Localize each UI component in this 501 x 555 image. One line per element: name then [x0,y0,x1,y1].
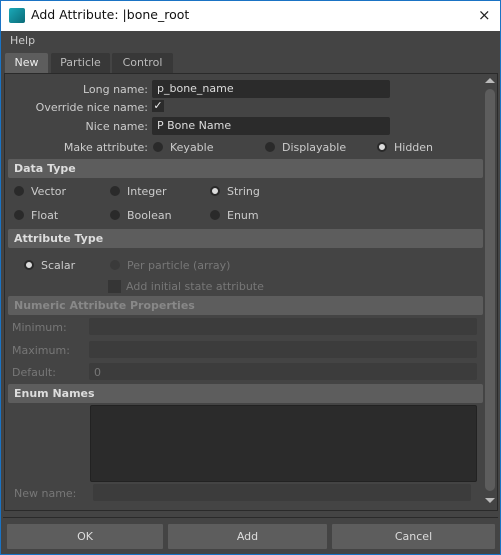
keyable-label: Keyable [170,141,214,154]
long-name-label: Long name: [82,83,148,96]
separator [3,517,498,518]
keyable-radio[interactable] [153,142,163,152]
minimum-field[interactable] [89,318,477,335]
maya-app-icon [9,8,25,23]
boolean-label: Boolean [127,209,172,222]
scroll-up-icon[interactable] [485,78,495,83]
scalar-radio[interactable] [24,260,34,270]
enum-radio[interactable] [210,210,220,220]
per-particle-label: Per particle (array) [127,259,231,272]
hidden-radio[interactable] [377,142,387,152]
close-icon[interactable]: × [478,6,491,24]
ok-button[interactable]: OK [7,524,163,549]
nice-name-input[interactable]: P Bone Name [152,117,390,135]
tab-control[interactable]: Control [112,53,173,73]
float-label: Float [31,209,59,222]
tab-particle[interactable]: Particle [51,53,110,73]
enum-names-header[interactable]: Enum Names [8,384,483,403]
per-particle-radio[interactable] [110,260,120,270]
scrollbar-thumb[interactable] [485,89,495,491]
default-field[interactable]: 0 [89,363,477,380]
boolean-radio[interactable] [110,210,120,220]
float-radio[interactable] [14,210,24,220]
maximum-field[interactable] [89,341,477,358]
scroll-down-icon[interactable] [485,498,495,503]
override-nice-name-label: Override nice name: [35,101,148,114]
minimum-label: Minimum: [12,321,67,334]
data-type-header[interactable]: Data Type [8,159,483,178]
new-name-field[interactable] [93,484,471,501]
default-label: Default: [12,366,56,379]
override-nice-name-checkbox[interactable]: ✓ [152,100,164,112]
cancel-button[interactable]: Cancel [332,524,495,549]
vector-radio[interactable] [14,186,24,196]
window-title: Add Attribute: |bone_root [31,7,190,22]
vector-label: Vector [31,185,67,198]
displayable-radio[interactable] [265,142,275,152]
integer-label: Integer [127,185,167,198]
new-name-label: New name: [14,487,77,500]
hidden-label: Hidden [394,141,434,154]
initial-state-label: Add initial state attribute [126,280,264,293]
long-name-input[interactable]: p_bone_name [152,80,390,98]
initial-state-checkbox[interactable] [108,280,121,293]
tab-new[interactable]: New [5,53,48,73]
make-attribute-label: Make attribute: [63,141,148,154]
string-label: String [227,185,260,198]
enum-names-list[interactable] [90,405,477,482]
displayable-label: Displayable [282,141,347,154]
maximum-label: Maximum: [12,344,70,357]
nice-name-label: Nice name: [85,120,149,133]
string-radio[interactable] [210,186,220,196]
menu-help[interactable]: Help [10,34,35,47]
attribute-type-header[interactable]: Attribute Type [8,229,483,248]
integer-radio[interactable] [110,186,120,196]
add-button[interactable]: Add [168,524,327,549]
numeric-properties-header[interactable]: Numeric Attribute Properties [8,296,483,315]
scalar-label: Scalar [41,259,76,272]
enum-label: Enum [227,209,259,222]
